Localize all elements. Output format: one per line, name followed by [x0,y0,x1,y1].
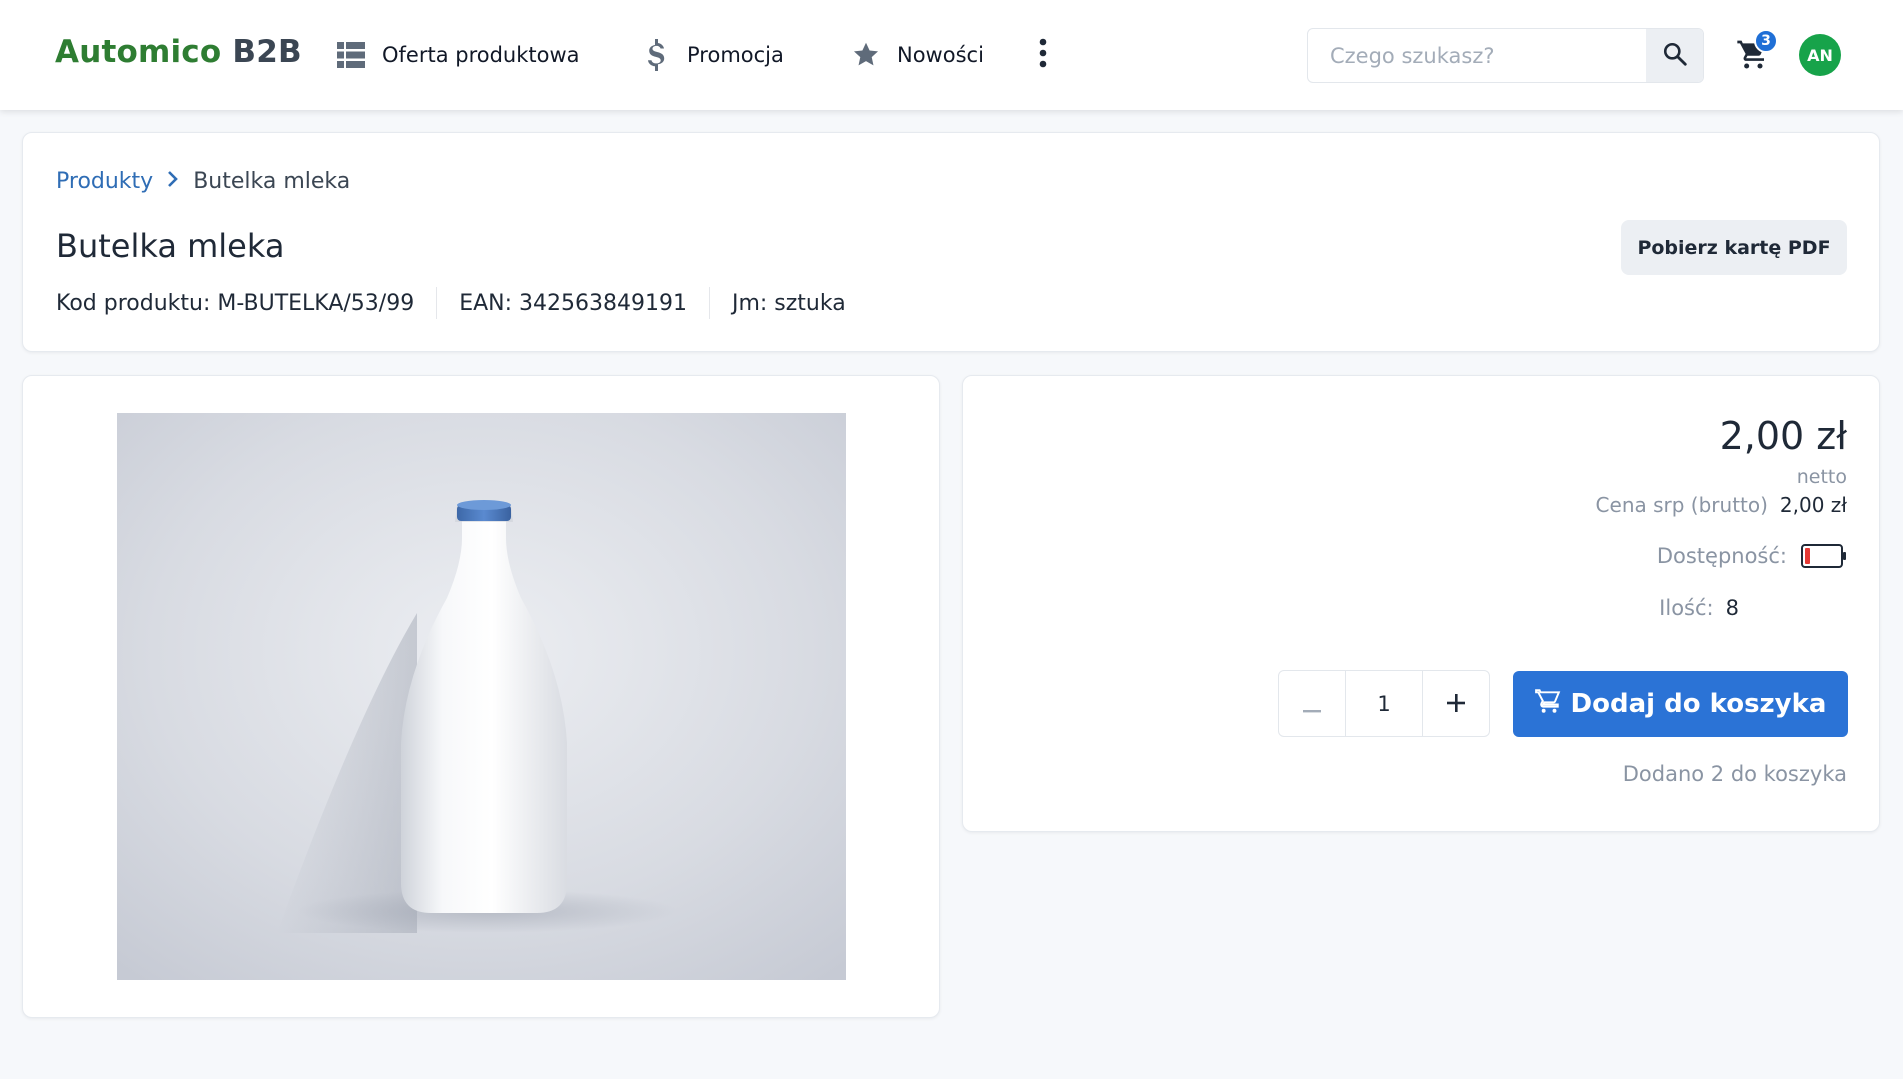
chevron-right-icon [167,169,179,194]
search-input[interactable] [1308,29,1646,82]
decrease-quantity-button[interactable] [1279,671,1345,736]
product-meta: Kod produktu: M-BUTELKA/53/99 EAN: 34256… [56,287,846,319]
more-vertical-icon [1039,38,1047,72]
download-pdf-button[interactable]: Pobierz kartę PDF [1621,220,1847,275]
dollar-icon [641,39,671,71]
brand-logo[interactable]: Automico B2B [55,34,302,70]
nav-item-label: Promocja [687,43,784,67]
nav-item-oferta[interactable]: Oferta produktowa [336,36,580,74]
quantity-stepper: 1 [1278,670,1490,737]
brand-name: Automico [55,34,222,70]
minus-icon [1303,687,1321,721]
add-to-cart-button[interactable]: Dodaj do koszyka [1513,671,1848,737]
battery-low-icon [1801,544,1847,568]
user-avatar[interactable]: AN [1799,34,1841,76]
milk-bottle-illustration [117,413,846,980]
search-button[interactable] [1646,29,1703,82]
price-net: 2,00 zł [1719,414,1847,458]
nav-item-nowosci[interactable]: Nowości [851,36,984,74]
quantity-label: Ilość: [1659,596,1714,620]
more-menu-button[interactable] [1033,37,1053,73]
product-image[interactable] [117,413,846,980]
product-ean: EAN: 342563849191 [459,290,687,316]
increase-quantity-button[interactable] [1423,671,1489,736]
meta-divider [436,287,438,319]
brand-suffix: B2B [232,34,302,70]
product-unit: Jm: sztuka [731,290,846,316]
added-to-cart-note: Dodano 2 do koszyka [1622,762,1847,786]
availability-row: Dostępność: [1657,544,1847,568]
breadcrumb: Produkty Butelka mleka [56,169,350,194]
breadcrumb-link-produkty[interactable]: Produkty [56,169,153,194]
add-to-cart-label: Dodaj do koszyka [1570,689,1827,719]
stock-quantity-row: Ilość: 8 [1659,596,1739,620]
nav-item-label: Oferta produktowa [382,43,580,67]
srp-value: 2,00 zł [1779,493,1847,517]
quantity-value: 8 [1725,596,1739,620]
srp-price-row: Cena srp (brutto) 2,00 zł [1596,493,1847,517]
star-icon [851,40,881,70]
purchase-card: 2,00 zł netto Cena srp (brutto) 2,00 zł … [962,375,1880,832]
product-header-card: Produkty Butelka mleka Butelka mleka Kod… [22,132,1880,352]
availability-label: Dostępność: [1656,544,1787,568]
price-type-label: netto [1796,466,1847,488]
page-title: Butelka mleka [56,227,285,265]
search-icon [1662,41,1688,70]
srp-label: Cena srp (brutto) [1595,493,1768,517]
nav-item-label: Nowości [897,43,984,67]
meta-divider [708,287,710,319]
nav-item-promocja[interactable]: Promocja [641,36,784,74]
plus-icon [1446,687,1466,721]
breadcrumb-current: Butelka mleka [193,169,351,194]
grid-list-icon [336,40,366,70]
top-navigation-bar: Automico B2B Oferta produktowa Promocja … [0,0,1903,110]
quantity-input[interactable]: 1 [1345,671,1423,736]
cart-count-badge: 3 [1754,29,1778,53]
cart-icon [1534,688,1561,721]
product-code: Kod produktu: M-BUTELKA/53/99 [56,290,415,316]
product-image-card [22,375,940,1018]
search-box [1307,28,1704,83]
cart-button[interactable]: 3 [1734,29,1778,74]
